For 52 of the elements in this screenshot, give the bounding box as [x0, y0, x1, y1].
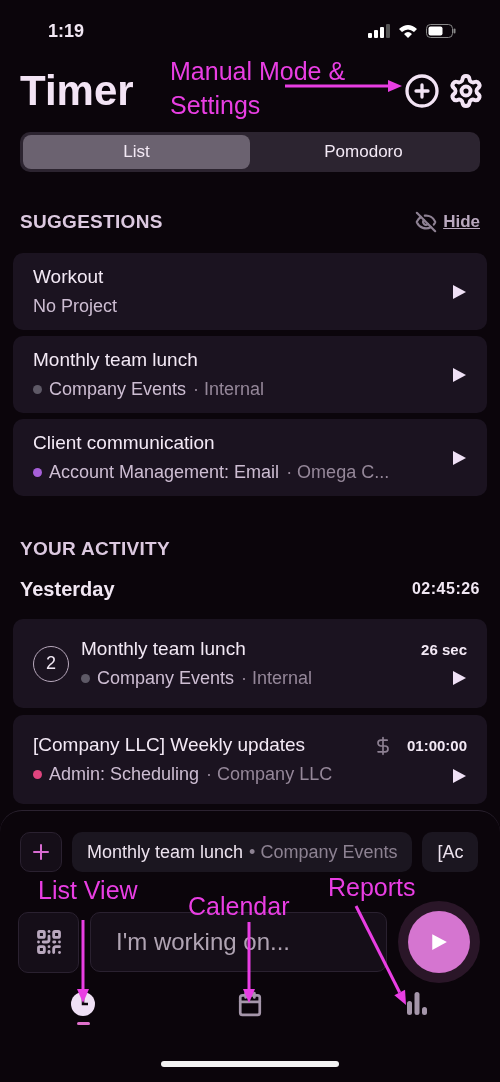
day-label: Yesterday: [20, 577, 115, 601]
project-name: No Project: [33, 296, 118, 317]
segment-tab[interactable]: List: [23, 135, 250, 169]
play-icon[interactable]: [451, 449, 467, 466]
quick-start-chip[interactable]: Monthly team lunch • Company Events: [72, 832, 413, 872]
bar-chart-icon: [406, 991, 428, 1015]
project-name: Company Events: [49, 379, 187, 400]
play-icon[interactable]: [451, 670, 467, 686]
suggestion-card[interactable]: Workout No Project: [13, 253, 487, 330]
segment-tab[interactable]: Pomodoro: [250, 135, 477, 169]
client-name: · Omega C...: [286, 462, 390, 483]
signal-icon: [368, 24, 390, 38]
day-total: 02:45:26: [411, 580, 480, 598]
activity-card[interactable]: 2 Monthly team lunch Company Events · Internal 26 sec: [13, 619, 487, 708]
client-name: · Internal: [241, 668, 313, 689]
project-name: Account Management: Email: [49, 462, 280, 483]
activity-card[interactable]: [Company LLC] Weekly updates Admin: Scheduling · Company LLC 01:00:00: [13, 715, 487, 804]
annotation-label: Manual Mode &: [170, 58, 346, 84]
entry-duration: 01:00:00: [406, 737, 467, 754]
wifi-icon: [398, 24, 418, 38]
entry-duration: 26 sec: [421, 641, 467, 658]
play-icon[interactable]: [451, 283, 467, 300]
qr-button[interactable]: [18, 911, 79, 973]
qr-code-icon: [34, 928, 63, 956]
client-name: · Company LLC: [206, 764, 333, 785]
play-icon[interactable]: [451, 366, 467, 383]
project-name: Admin: Scheduling: [49, 764, 200, 785]
eye-off-icon: [415, 211, 438, 233]
battery-icon: [426, 24, 456, 38]
section-title: YOUR ACTIVITY: [20, 538, 170, 560]
entry-title: Monthly team lunch: [81, 638, 247, 660]
entry-title: [Company LLC] Weekly updates: [33, 734, 307, 756]
add-icon[interactable]: [404, 73, 440, 109]
suggestion-card[interactable]: Client communication Account Management: Email · Omega C...: [13, 419, 487, 496]
annotation-label: List View: [38, 877, 138, 903]
entry-title: Monthly team lunch: [33, 349, 199, 371]
status-time: 1:19: [48, 20, 85, 42]
add-button[interactable]: [20, 832, 62, 872]
section-title: SUGGESTIONS: [20, 211, 163, 233]
entry-title: Client communication: [33, 432, 216, 454]
quick-start-chip[interactable]: [Ac: [422, 832, 479, 872]
hide-link[interactable]: Hide: [415, 211, 480, 233]
annotation-label: Settings: [170, 92, 261, 118]
client-name: · Internal: [193, 379, 265, 400]
suggestion-card[interactable]: Monthly team lunch Company Events · Internal: [13, 336, 487, 413]
project-name: Company Events: [97, 668, 235, 689]
play-icon[interactable]: [451, 767, 467, 784]
calendar-icon: [237, 991, 263, 1017]
entry-title: Workout: [33, 266, 105, 288]
settings-icon[interactable]: [448, 73, 484, 109]
annotation-label: Reports: [328, 874, 416, 900]
page-title: Timer: [20, 67, 134, 115]
